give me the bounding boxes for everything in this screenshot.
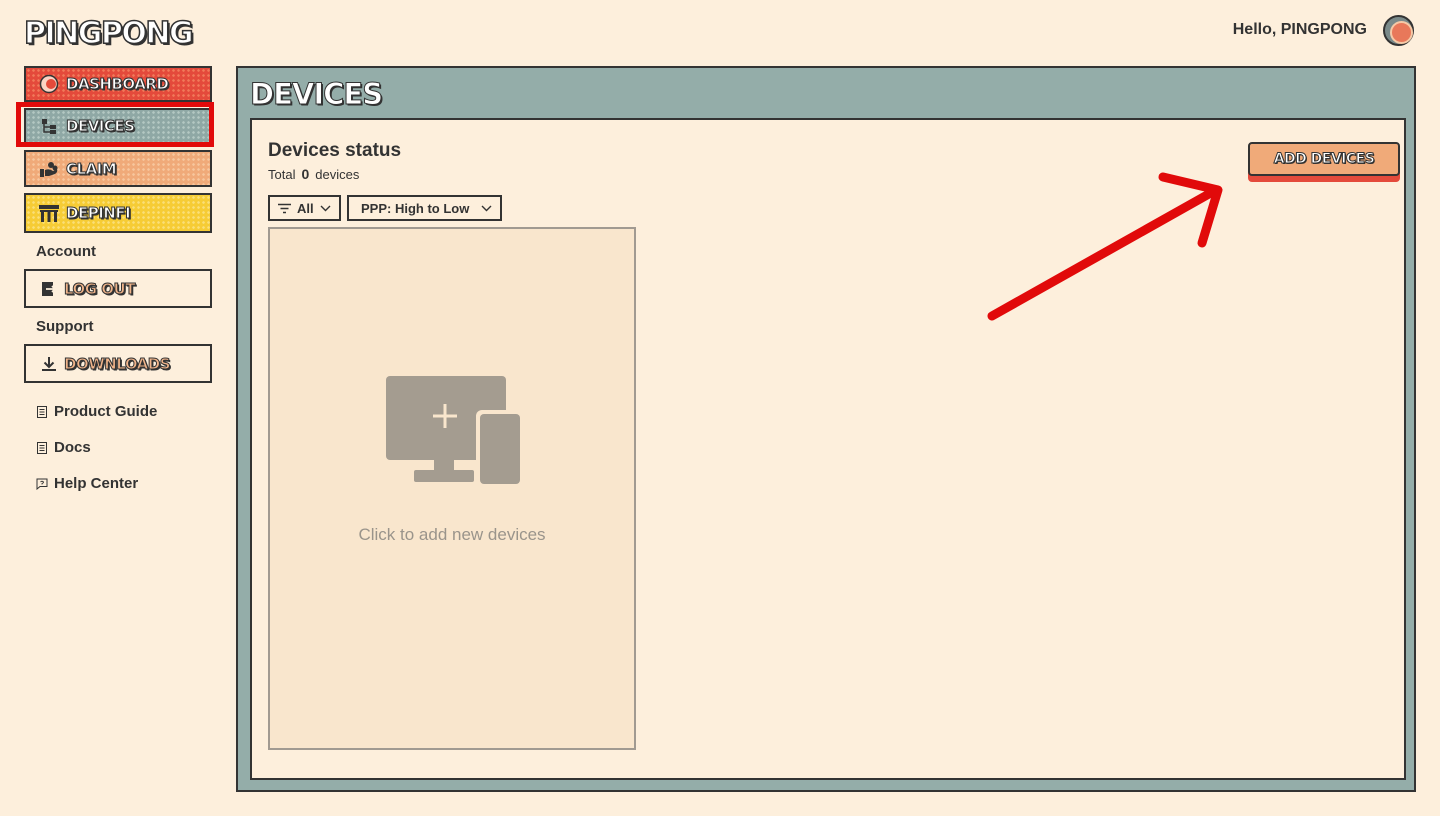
logout-icon <box>38 278 60 300</box>
sidebar-link-docs[interactable]: Docs <box>36 439 91 456</box>
total-suffix: devices <box>315 167 360 182</box>
sidebar-link-label: Help Center <box>54 475 139 492</box>
sidebar-item-label: DEVICES <box>65 117 135 136</box>
store-icon <box>38 202 60 224</box>
sidebar-link-label: Product Guide <box>54 403 158 420</box>
filter-icon <box>278 203 291 214</box>
dashboard-icon <box>38 73 60 95</box>
sidebar-item-label: DASHBOARD <box>65 75 169 94</box>
add-device-tile[interactable]: Click to add new devices <box>268 227 636 750</box>
downloads-button[interactable]: DOWNLOADS <box>24 344 212 383</box>
sidebar-link-product-guide[interactable]: Product Guide <box>36 403 157 420</box>
sidebar-link-help-center[interactable]: Help Center <box>36 475 138 492</box>
total-prefix: Total <box>268 167 296 182</box>
account-section-label: Account <box>36 243 96 260</box>
claim-icon <box>38 158 60 180</box>
sidebar-item-label: DEPINFI <box>65 204 131 223</box>
user-avatar[interactable] <box>1383 15 1414 46</box>
add-devices-button[interactable]: ADD DEVICES <box>1248 142 1400 182</box>
devices-panel: DEVICES Devices status Total 0 devices A… <box>236 66 1416 792</box>
app-logo[interactable]: PINGPONG <box>23 15 194 52</box>
sidebar-item-devices[interactable]: DEVICES <box>24 108 212 144</box>
chevron-down-icon <box>481 205 492 212</box>
add-device-tile-label: Click to add new devices <box>358 525 546 544</box>
user-greeting: Hello, PINGPONG <box>1232 21 1367 38</box>
download-icon <box>38 353 60 375</box>
sidebar-item-depinfi[interactable]: DEPINFI <box>24 193 212 233</box>
logout-button[interactable]: LOG OUT <box>24 269 212 308</box>
add-device-icon <box>384 374 524 491</box>
devices-status-title: Devices status <box>268 140 402 161</box>
sort-selected-value: PPP: High to Low <box>361 200 470 216</box>
sidebar-link-label: Docs <box>54 439 91 456</box>
logout-label: LOG OUT <box>64 279 136 298</box>
chat-icon <box>36 477 49 490</box>
devices-icon <box>38 115 60 137</box>
sort-dropdown[interactable]: PPP: High to Low <box>347 195 502 221</box>
devices-total: Total 0 devices <box>268 166 359 182</box>
chevron-down-icon <box>320 205 331 212</box>
support-section-label: Support <box>36 318 94 335</box>
add-devices-label: ADD DEVICES <box>1273 151 1375 168</box>
filter-selected-value: All <box>297 200 314 216</box>
button-face: ADD DEVICES <box>1248 142 1400 176</box>
document-icon <box>36 441 49 454</box>
downloads-label: DOWNLOADS <box>63 354 171 373</box>
status-filter-dropdown[interactable]: All <box>268 195 341 221</box>
devices-status-card: Devices status Total 0 devices All PPP: … <box>250 118 1406 780</box>
document-icon <box>36 405 49 418</box>
total-count: 0 <box>301 166 310 182</box>
sidebar-item-dashboard[interactable]: DASHBOARD <box>24 66 212 102</box>
page-title: DEVICES <box>249 77 383 112</box>
sidebar-item-label: CLAIM <box>65 159 117 178</box>
sidebar-item-claim[interactable]: CLAIM <box>24 150 212 187</box>
